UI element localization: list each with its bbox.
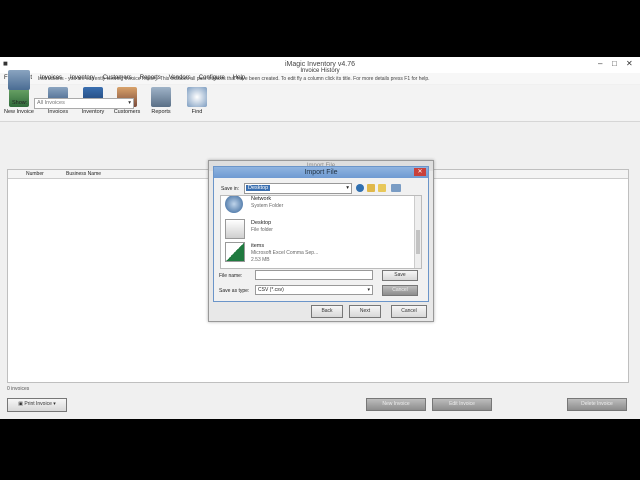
file-cancel-button[interactable]: Cancel (382, 285, 418, 296)
file-dialog-title: Import File (214, 167, 428, 178)
window-title: iMagic Inventory v4.76 (284, 61, 356, 68)
chevron-down-icon: ▾ (367, 287, 370, 293)
excel-file-icon (225, 242, 245, 262)
list-item[interactable]: Network System Folder (223, 196, 413, 214)
save-as-type-label: Save as type: (219, 288, 250, 294)
show-filter-value: All Invoices (37, 100, 65, 106)
chevron-down-icon: ▾ (51, 401, 56, 407)
back-button[interactable]: Back (311, 305, 343, 318)
save-as-type-select[interactable]: CSV (*.csv) ▾ (255, 285, 373, 295)
close-icon[interactable]: ✕ (626, 59, 633, 68)
page-title: Invoice History (300, 68, 340, 74)
chevron-down-icon: ▾ (346, 185, 349, 191)
minimize-icon[interactable]: – (598, 59, 602, 68)
show-label: Show: (12, 100, 28, 106)
new-invoice-bottom-button[interactable]: New Invoice (366, 398, 426, 411)
save-as-type-value: CSV (*.csv) (258, 287, 284, 293)
back-arrow-icon[interactable] (356, 184, 364, 192)
reports-button[interactable]: Reports (144, 87, 178, 119)
save-in-value: Desktop (246, 185, 271, 191)
save-button[interactable]: Save (382, 270, 418, 281)
next-button[interactable]: Next (349, 305, 381, 318)
list-item[interactable]: Desktop File folder (223, 218, 413, 239)
instructions-text: Instructions - you are currently viewing… (38, 76, 430, 82)
print-invoice-button[interactable]: ▣ Print Invoice ▾ (7, 398, 67, 412)
view-menu-icon[interactable] (391, 184, 401, 192)
file-list[interactable]: Network System Folder Desktop File folde… (220, 195, 422, 269)
list-item[interactable]: items Microsoft Excel Comma Sep... 2.53 … (223, 241, 413, 263)
close-icon[interactable]: ✕ (414, 168, 426, 176)
find-magnifier-icon (187, 87, 207, 107)
save-in-select[interactable]: Desktop ▾ (244, 183, 352, 194)
wizard-cancel-button[interactable]: Cancel (391, 305, 427, 318)
delete-invoice-button[interactable]: Delete Invoice (567, 398, 627, 411)
show-filter-select[interactable]: All Invoices ▾ (34, 98, 134, 109)
save-in-label: Save in: (221, 186, 240, 192)
desktop-folder-icon (225, 219, 245, 239)
new-folder-icon[interactable] (378, 184, 386, 192)
column-number[interactable]: Number (26, 171, 44, 177)
network-icon (225, 196, 243, 213)
chevron-down-icon: ▾ (128, 100, 131, 106)
file-list-scrollbar[interactable] (414, 196, 421, 268)
edit-invoice-button[interactable]: Edit Invoice (432, 398, 492, 411)
scrollbar-thumb[interactable] (416, 230, 420, 254)
maximize-icon[interactable]: □ (612, 59, 617, 68)
file-name-input[interactable] (255, 270, 373, 280)
file-name-label: File name: (219, 273, 243, 279)
column-business-name[interactable]: Business Name (66, 171, 101, 177)
file-dialog: Import File ✕ Save in: Desktop ▾ Network… (213, 166, 429, 302)
reports-icon (151, 87, 171, 107)
status-count: 0 invoices (7, 386, 30, 392)
up-folder-icon[interactable] (367, 184, 375, 192)
find-button[interactable]: Find (180, 87, 214, 119)
